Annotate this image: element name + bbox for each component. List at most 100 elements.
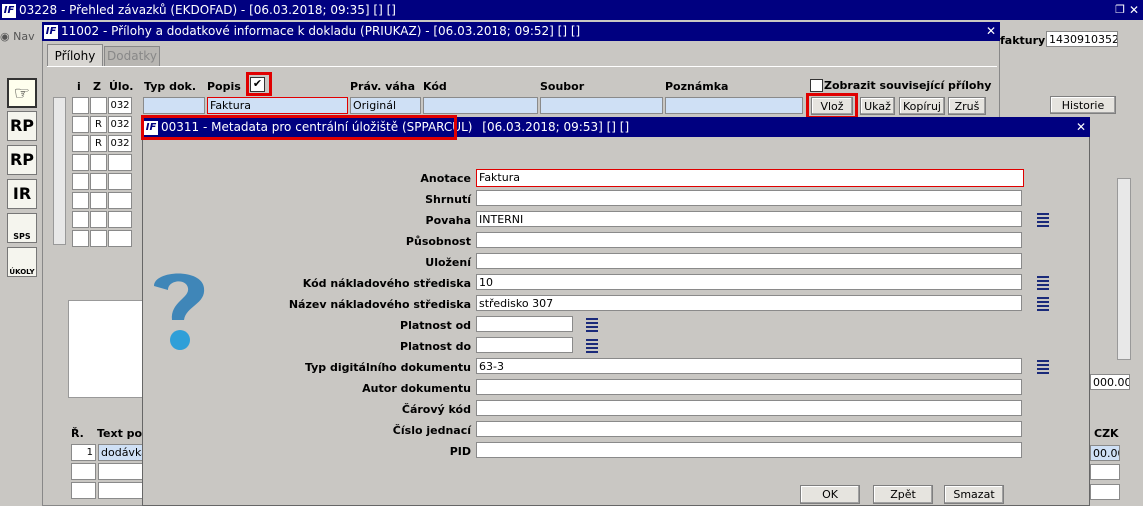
shrnuti-field[interactable]	[476, 190, 1022, 206]
row8-i[interactable]	[72, 230, 89, 247]
nazev-ns-label: Název nákladového střediska	[288, 298, 471, 311]
platnost-od-field[interactable]	[476, 316, 573, 332]
row6-ulo[interactable]	[108, 192, 132, 209]
zpet-button[interactable]: Zpět	[873, 485, 933, 504]
row5-ulo[interactable]	[108, 173, 132, 190]
ulozeni-field[interactable]	[476, 253, 1022, 269]
tab-prilohy-label: Přílohy	[54, 49, 96, 63]
row1-i[interactable]	[72, 97, 89, 114]
cislo-field[interactable]	[476, 421, 1022, 437]
platnost-do-list-icon[interactable]	[585, 337, 599, 353]
line1-text[interactable]: dodávka_	[98, 444, 144, 461]
row8-z[interactable]	[90, 230, 107, 247]
row7-z[interactable]	[90, 211, 107, 228]
toolbar-ukoly-button[interactable]: ÚKOLY	[7, 247, 37, 277]
app-logo-icon: IF	[2, 3, 16, 18]
anotace-label: Anotace	[420, 172, 471, 185]
grid-scrollbar[interactable]	[53, 97, 66, 245]
toolbar-ir-button[interactable]: IR	[7, 179, 37, 209]
toolbar-pointer-button[interactable]: ☞	[7, 78, 37, 108]
row7-i[interactable]	[72, 211, 89, 228]
typ-dig-field[interactable]: 63-3	[476, 358, 1022, 374]
row1-ulo[interactable]: 032	[108, 97, 132, 114]
autor-field[interactable]	[476, 379, 1022, 395]
carovy-field[interactable]	[476, 400, 1022, 416]
row3-ulo[interactable]: 032	[108, 135, 132, 152]
vloz-button-highlight	[806, 93, 858, 119]
line1-num[interactable]: 1	[71, 444, 96, 461]
nav-radio-icon: ◉	[0, 30, 10, 43]
povaha-list-icon[interactable]	[1036, 211, 1050, 227]
row2-z[interactable]: R	[90, 116, 107, 133]
row3-i[interactable]	[72, 135, 89, 152]
col-prav: Práv. váha	[350, 80, 416, 93]
czk-label: CZK	[1094, 427, 1119, 440]
close-icon[interactable]: ✕	[1076, 117, 1086, 137]
povaha-label: Povaha	[425, 214, 471, 227]
anotace-field[interactable]: Faktura	[476, 169, 1024, 187]
nazev-ns-list-icon[interactable]	[1036, 295, 1050, 311]
kod-ns-label: Kód nákladového střediska	[302, 277, 471, 290]
row5-z[interactable]	[90, 173, 107, 190]
main-right-scrollbar[interactable]	[1117, 178, 1131, 360]
typ-dig-label: Typ digitálního dokumentu	[304, 361, 471, 374]
smazat-button[interactable]: Smazat	[944, 485, 1004, 504]
row1-prav[interactable]: Originál	[350, 97, 421, 114]
povaha-field[interactable]: INTERNI	[476, 211, 1022, 227]
pid-label: PID	[449, 445, 471, 458]
toolbar-rp-cz-button[interactable]: RP	[7, 111, 37, 141]
line2-num[interactable]	[71, 463, 96, 480]
tab-dodatky[interactable]: Dodatky	[104, 46, 160, 66]
line3-num[interactable]	[71, 482, 96, 499]
kod-ns-field[interactable]: 10	[476, 274, 1022, 290]
row1-kod[interactable]	[423, 97, 538, 114]
zrus-button[interactable]: Zruš	[948, 97, 986, 115]
kod-ns-list-icon[interactable]	[1036, 274, 1050, 290]
row1-soubor[interactable]	[540, 97, 663, 114]
ok-button[interactable]: OK	[800, 485, 860, 504]
typ-dig-list-icon[interactable]	[1036, 358, 1050, 374]
row3-z[interactable]: R	[90, 135, 107, 152]
col-soubor: Soubor	[540, 80, 585, 93]
toolbar-sps-button[interactable]: SPS	[7, 213, 37, 243]
metadata-title-highlight	[141, 115, 457, 140]
nav-button[interactable]: ◉ Nav	[0, 30, 35, 43]
row8-ulo[interactable]	[108, 230, 132, 247]
pid-field[interactable]	[476, 442, 1022, 458]
row1-poznamka[interactable]	[665, 97, 803, 114]
row7-ulo[interactable]	[108, 211, 132, 228]
line2-text[interactable]	[98, 463, 144, 480]
kopiruj-button[interactable]: Kopíruj	[899, 97, 945, 115]
row6-z[interactable]	[90, 192, 107, 209]
pusobnost-field[interactable]	[476, 232, 1022, 248]
row2-ulo[interactable]: 032	[108, 116, 132, 133]
row1-typ[interactable]	[143, 97, 205, 114]
line3-text[interactable]	[98, 482, 144, 499]
nazev-ns-field[interactable]: středisko 307	[476, 295, 1022, 311]
row6-i[interactable]	[72, 192, 89, 209]
row4-i[interactable]	[72, 154, 89, 171]
historie-button[interactable]: Historie	[1050, 96, 1116, 114]
tab-prilohy[interactable]: Přílohy	[47, 44, 103, 67]
row4-ulo[interactable]	[108, 154, 132, 171]
close-icon[interactable]: ✕	[1129, 0, 1139, 20]
toolbar-rp-eu-button[interactable]: RP	[7, 145, 37, 175]
row4-z[interactable]	[90, 154, 107, 171]
czk-field-2	[1090, 464, 1120, 480]
carovy-label: Čárový kód	[401, 403, 471, 416]
col-ulo: Úlo.	[109, 80, 134, 93]
show-related-checkbox[interactable]	[810, 79, 823, 92]
col-z: Z	[93, 80, 101, 93]
row2-i[interactable]	[72, 116, 89, 133]
faktury-field[interactable]: 1430910352	[1046, 31, 1118, 47]
restore-icon[interactable]: ❐	[1115, 0, 1125, 20]
close-icon[interactable]: ✕	[986, 22, 996, 41]
lines-header-text: Text pol	[97, 427, 146, 440]
ukaz-button[interactable]: Ukaž	[860, 97, 895, 115]
row1-popis[interactable]: Faktura	[207, 97, 348, 114]
platnost-od-list-icon[interactable]	[585, 316, 599, 332]
row5-i[interactable]	[72, 173, 89, 190]
row1-z[interactable]	[90, 97, 107, 114]
platnost-do-field[interactable]	[476, 337, 573, 353]
show-related-label: Zobrazit související přílohy	[824, 79, 992, 92]
